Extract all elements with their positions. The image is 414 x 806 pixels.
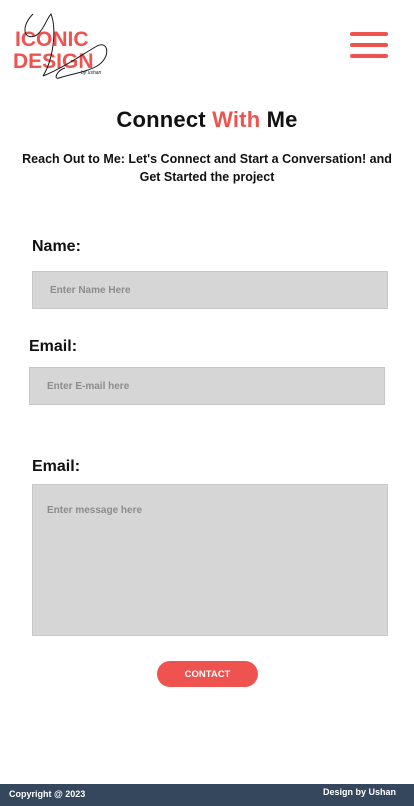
title-part1: Connect [116, 107, 206, 132]
page-subtitle: Reach Out to Me: Let's Connect and Start… [22, 152, 392, 184]
page-title: Connect With Me [0, 107, 414, 133]
name-input[interactable] [32, 271, 388, 309]
logo-word-iconic: ICONIC [15, 28, 89, 51]
hamburger-menu-icon[interactable] [350, 32, 388, 60]
brand-logo[interactable]: ICONIC DESIGN by ushan [13, 10, 117, 84]
site-footer: Copyright @ 2023 Design by Ushan [0, 784, 414, 806]
signature-logo-icon: ICONIC DESIGN by ushan [13, 13, 108, 79]
email-label: Email: [29, 338, 78, 355]
name-label: Name: [32, 238, 81, 255]
title-accent: With [212, 107, 261, 132]
menu-bar [350, 54, 388, 58]
logo-tagline: by ushan [81, 70, 102, 76]
contact-button[interactable]: CONTACT [157, 661, 258, 687]
design-credit: Design by Ushan [322, 787, 396, 797]
site-header: ICONIC DESIGN by ushan [0, 0, 414, 92]
menu-bar [350, 32, 388, 36]
title-part2: Me [266, 107, 298, 132]
email-input[interactable] [29, 367, 385, 405]
message-textarea[interactable] [32, 484, 388, 636]
menu-bar [350, 43, 388, 47]
copyright-text: Copyright @ 2023 [9, 789, 86, 799]
message-label: Email: [32, 458, 81, 475]
